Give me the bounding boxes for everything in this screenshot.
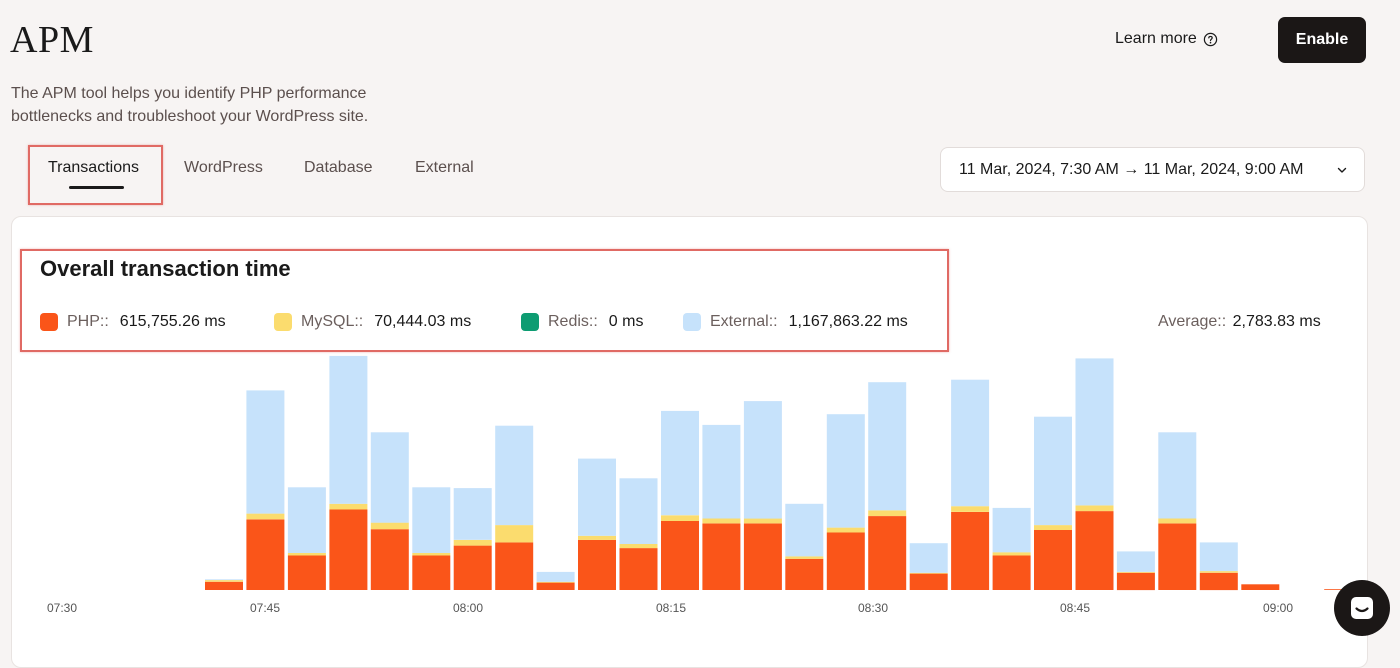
- bar-segment-mysql: [702, 518, 741, 524]
- bar-segment-external: [868, 382, 907, 511]
- bar-segment-php: [702, 523, 741, 590]
- bar-segment-php: [205, 581, 243, 590]
- bar-segment-php: [1034, 530, 1072, 590]
- bar-segment-mysql: [951, 506, 990, 512]
- bar-segment-mysql: [329, 503, 368, 510]
- bar-segment-mysql: [743, 518, 782, 524]
- bar-segment-php: [1199, 572, 1238, 591]
- bar-segment-external: [1158, 432, 1197, 519]
- bar-segment-external: [992, 507, 1031, 553]
- x-tick-label: 07:45: [250, 601, 280, 615]
- bar-segment-mysql: [868, 510, 907, 516]
- bar-segment-php: [743, 523, 782, 590]
- bar-segment-mysql: [661, 515, 699, 521]
- bar-segment-external: [412, 487, 451, 553]
- bar-segment-external: [785, 503, 824, 557]
- bar-segment-mysql: [1034, 525, 1072, 530]
- x-tick-label: 08:45: [1060, 601, 1090, 615]
- bar-segment-mysql: [785, 556, 824, 559]
- bar-segment-mysql: [412, 553, 451, 556]
- bar-segment-php: [785, 558, 824, 590]
- bar-segment-external: [951, 379, 990, 507]
- x-tick-label: 09:00: [1263, 601, 1293, 615]
- bar-segment-php: [868, 516, 907, 590]
- bar-segment-external: [1034, 416, 1072, 526]
- bar-segment-external: [370, 432, 409, 523]
- bar-segment-php: [1241, 584, 1280, 590]
- bar-segment-php: [412, 555, 451, 590]
- bar-segment-mysql: [1199, 571, 1238, 573]
- bar-segment-external: [743, 401, 782, 519]
- x-tick-label: 08:00: [453, 601, 483, 615]
- bar-segment-php: [536, 582, 575, 590]
- bar-segment-external: [536, 571, 575, 582]
- bar-segment-mysql: [205, 580, 243, 582]
- bar-segment-php: [661, 521, 699, 590]
- bar-segment-external: [495, 425, 534, 526]
- bar-segment-php: [453, 545, 492, 590]
- bar-segment-mysql: [495, 525, 534, 543]
- bar-segment-external: [702, 424, 741, 519]
- transaction-bar-chart: 07:30 07:45 08:00 08:15 08:30 08:45 09:00: [47, 355, 1363, 615]
- bar-segment-php: [951, 512, 990, 590]
- bar-segment-external: [578, 458, 616, 536]
- bar-segment-php: [1158, 523, 1197, 590]
- bar-segment-external: [661, 410, 699, 516]
- bar-segment-php: [909, 573, 948, 590]
- bar-segment-external: [1199, 542, 1238, 572]
- bar-segment-external: [329, 355, 368, 504]
- bar-segment-external: [287, 487, 326, 553]
- bar-segment-php: [992, 555, 1031, 590]
- bar-segment-mysql: [909, 572, 948, 574]
- bar-segment-mysql: [992, 552, 1031, 556]
- bar-segment-mysql: [370, 522, 409, 530]
- bar-segment-php: [370, 529, 409, 590]
- bar-segment-mysql: [1075, 505, 1114, 512]
- bar-segment-php: [329, 509, 368, 590]
- bar-segment-external: [826, 414, 865, 528]
- bar-segment-mysql: [246, 513, 285, 520]
- bar-segment-mysql: [826, 527, 865, 533]
- bar-segment-php: [1075, 511, 1114, 590]
- bar-segment-php: [287, 555, 326, 590]
- chat-launcher-button[interactable]: [1334, 580, 1390, 636]
- x-tick-label: 08:30: [858, 601, 888, 615]
- bar-segment-php: [826, 532, 865, 590]
- bar-segment-mysql: [453, 539, 492, 546]
- bar-segment-mysql: [1158, 518, 1197, 524]
- bar-segment-external: [246, 390, 285, 514]
- bar-segment-mysql: [287, 553, 326, 556]
- bar-segment-external: [1075, 358, 1114, 506]
- bar-segment-php: [619, 548, 658, 590]
- bar-segment-php: [1116, 572, 1155, 591]
- bar-segment-mysql: [578, 535, 616, 540]
- bar-segment-php: [495, 542, 534, 590]
- bar-segment-php: [246, 519, 285, 590]
- chat-icon: [1351, 597, 1373, 619]
- bar-segment-external: [909, 543, 948, 573]
- bar-segment-mysql: [619, 544, 658, 549]
- bar-segment-external: [453, 488, 492, 540]
- bar-segment-external: [619, 478, 658, 544]
- bar-segment-external: [205, 579, 243, 581]
- bar-segment-php: [578, 539, 616, 590]
- bar-segment-mysql: [536, 581, 575, 583]
- x-tick-label: 07:30: [47, 601, 77, 615]
- x-tick-label: 08:15: [656, 601, 686, 615]
- bar-segment-external: [1116, 551, 1155, 572]
- bar-segment-mysql: [1116, 571, 1155, 573]
